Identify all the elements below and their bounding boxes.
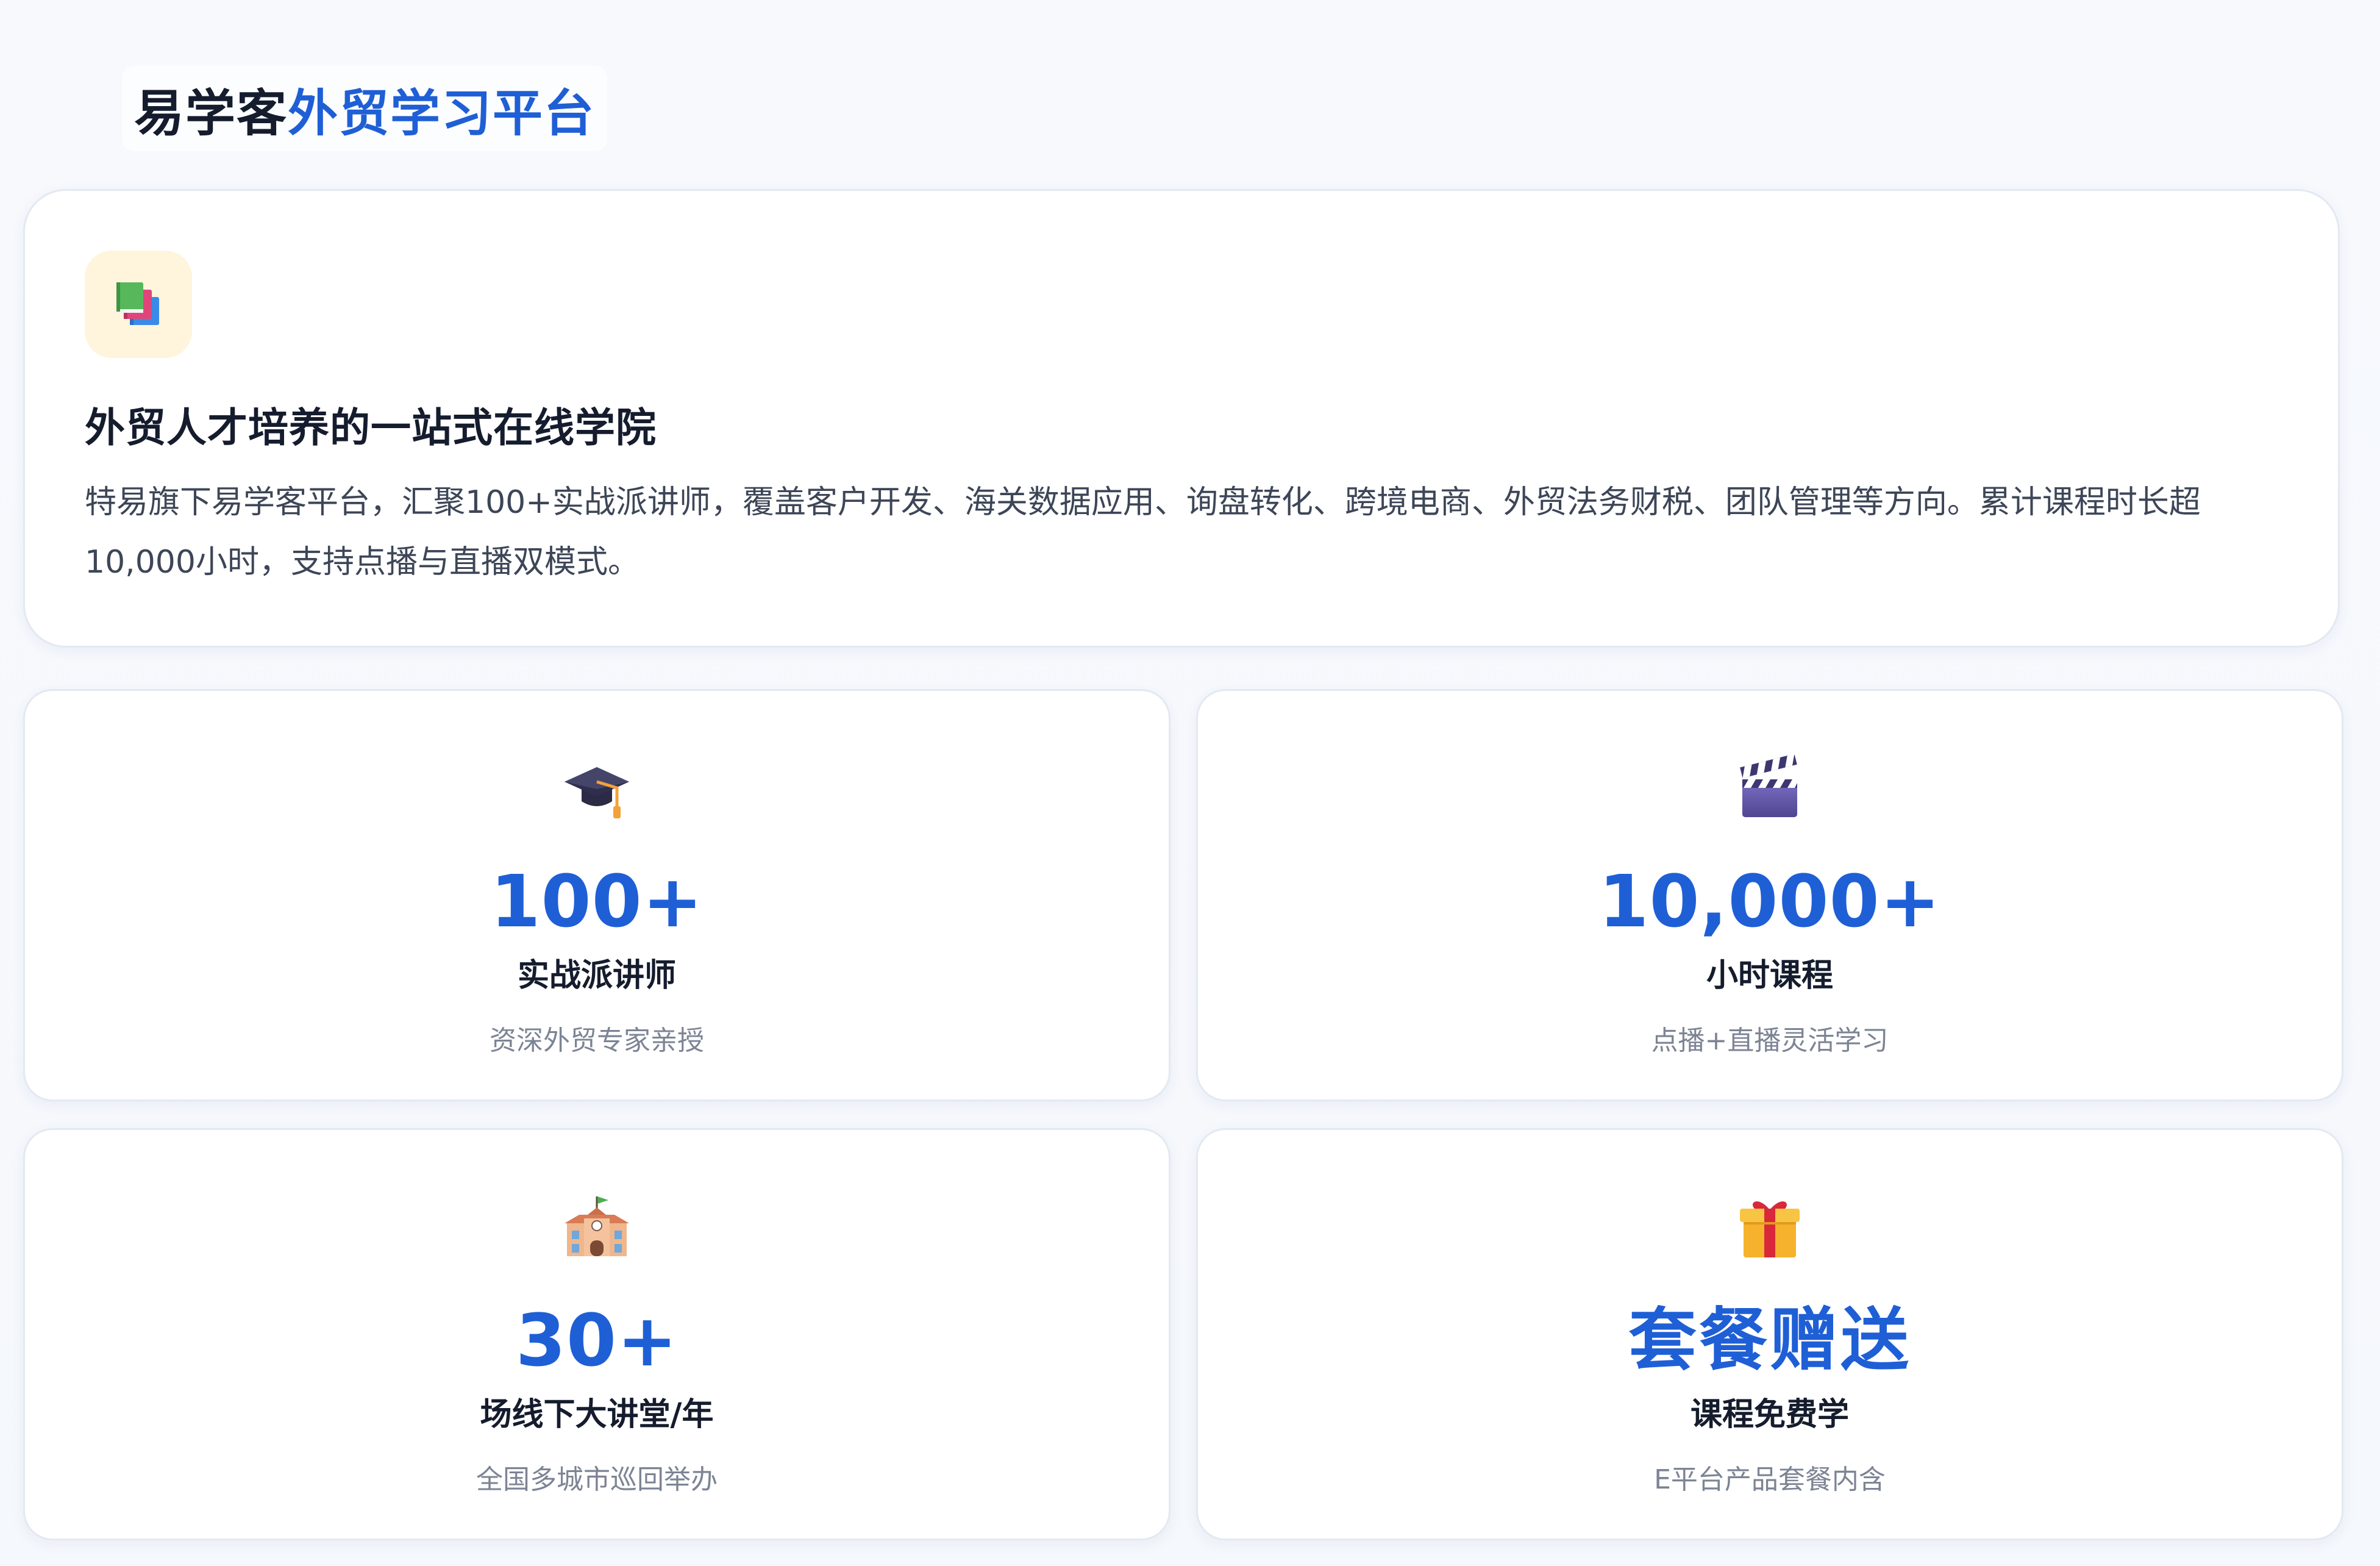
brand-name: 易学客	[134, 84, 288, 143]
stat-subtext: 点播+直播灵活学习	[1651, 1025, 1889, 1056]
gift-icon	[1733, 1191, 1806, 1264]
stat-card-lectures: 30+ 场线下大讲堂/年 全国多城市巡回举办	[23, 1128, 1170, 1540]
clapperboard-icon	[1733, 752, 1806, 825]
stat-label: 小时课程	[1706, 957, 1833, 994]
stat-card-lecturers: 100+ 实战派讲师 资深外贸专家亲授	[23, 689, 1170, 1101]
stat-value: 10,000+	[1598, 859, 1941, 943]
page: 易学客 外贸学习平台 外贸人才培养的一站式在线学院 特易旗下易学客平台，汇聚100…	[0, 0, 2380, 1566]
brand-tagline: 外贸学习平台	[288, 84, 596, 143]
stat-card-bundle: 套餐赠送 课程免费学 E平台产品套餐内含	[1196, 1128, 2343, 1540]
books-icon	[85, 251, 192, 358]
stat-label: 实战派讲师	[517, 957, 676, 994]
stat-label: 场线下大讲堂/年	[480, 1396, 714, 1433]
stat-card-hours: 10,000+ 小时课程 点播+直播灵活学习	[1196, 689, 2343, 1101]
intro-title: 外贸人才培养的一站式在线学院	[85, 404, 657, 451]
stat-value: 100+	[490, 859, 704, 943]
stat-subtext: 资深外贸专家亲授	[490, 1025, 704, 1056]
stat-subtext: 全国多城市巡回举办	[476, 1464, 718, 1495]
intro-description: 特易旗下易学客平台，汇聚100+实战派讲师，覆盖客户开发、海关数据应用、询盘转化…	[85, 484, 2201, 581]
stat-subtext: E平台产品套餐内含	[1654, 1464, 1886, 1495]
stat-label: 课程免费学	[1690, 1396, 1849, 1433]
graduation-cap-icon	[560, 752, 633, 825]
intro-card: 外贸人才培养的一站式在线学院 特易旗下易学客平台，汇聚100+实战派讲师，覆盖客…	[23, 189, 2340, 648]
site-header: 易学客 外贸学习平台	[122, 66, 608, 151]
stat-value: 30+	[515, 1298, 679, 1382]
stat-value: 套餐赠送	[1628, 1301, 1911, 1380]
school-icon	[560, 1191, 633, 1264]
